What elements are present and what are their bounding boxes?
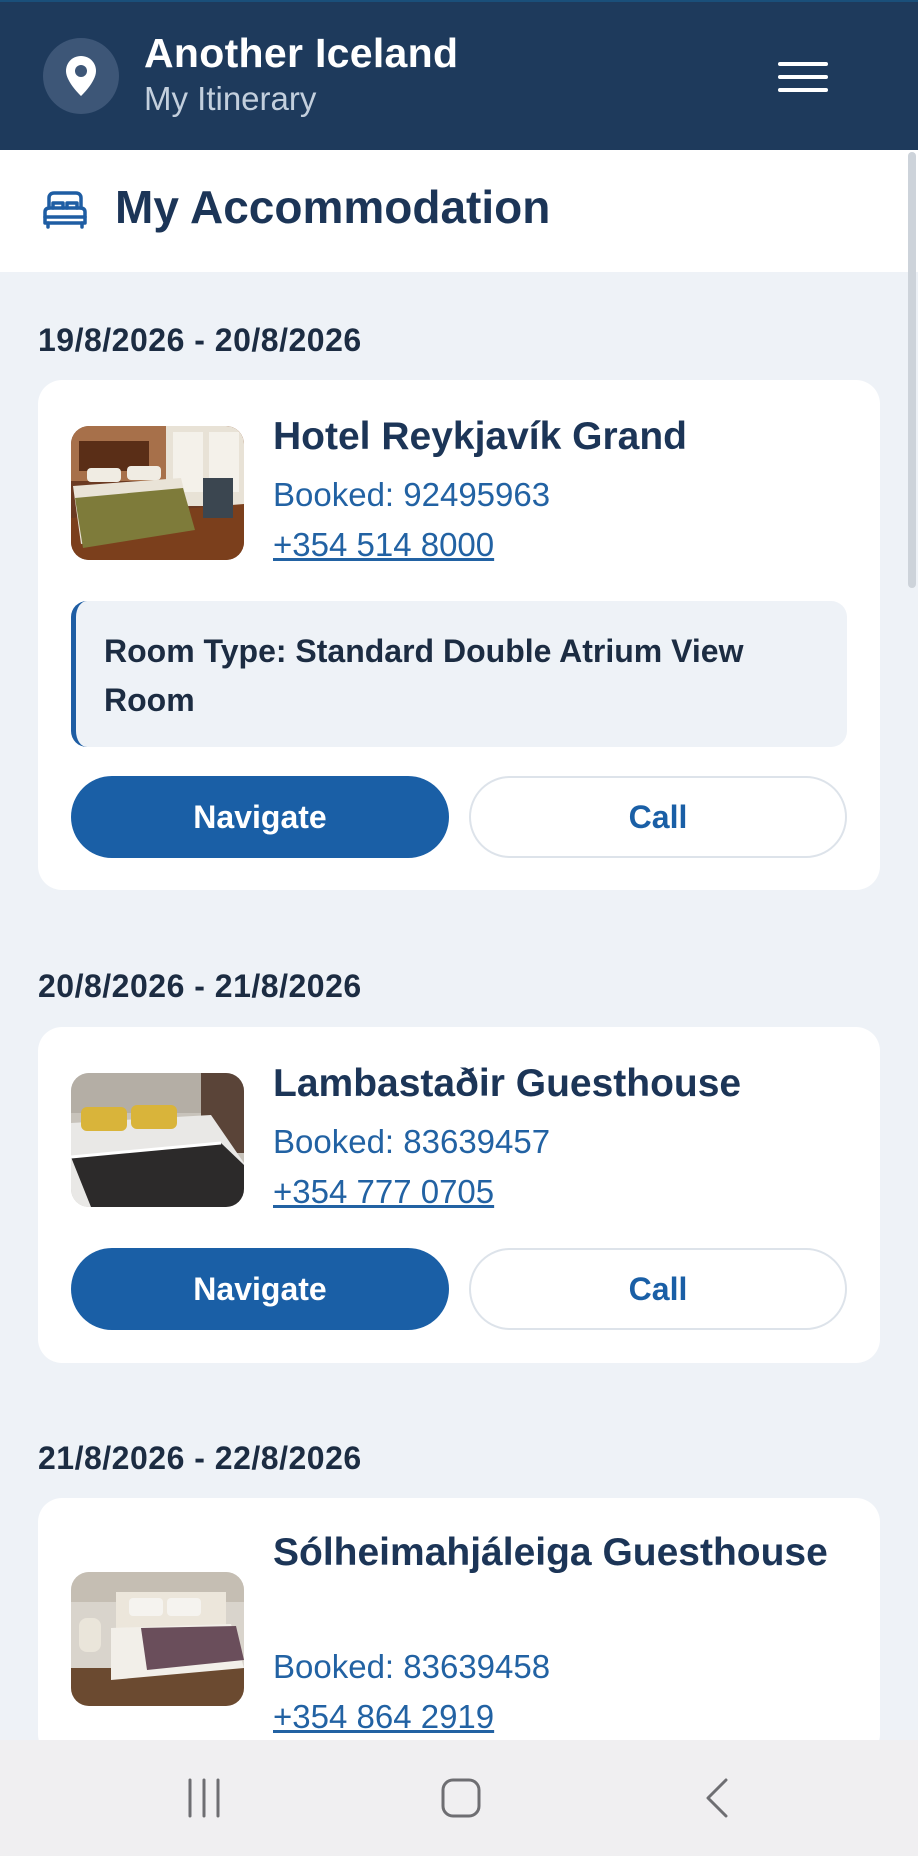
hotel-room-photo xyxy=(71,1073,244,1207)
booking-number: Booked: 92495963 xyxy=(273,476,551,513)
accommodation-card: Hotel Reykjavík Grand Booked: 92495963 +… xyxy=(38,380,880,890)
accommodation-card: Lambastaðir Guesthouse Booked: 83639457 … xyxy=(38,1027,880,1363)
hotel-name: Lambastaðir Guesthouse xyxy=(273,1062,742,1105)
section-header: My Accommodation xyxy=(0,150,918,272)
phone-link[interactable]: +354 864 2919 xyxy=(273,1698,494,1736)
hotel-name: Sólheimahjáleiga Guesthouse xyxy=(273,1531,828,1574)
hotel-room-photo xyxy=(71,1572,244,1706)
section-title: My Accommodation xyxy=(115,181,551,233)
room-type-note: Room Type: Standard Double Atrium View R… xyxy=(71,601,847,747)
phone-link[interactable]: +354 777 0705 xyxy=(273,1173,494,1211)
app-subtitle: My Itinerary xyxy=(144,80,317,117)
navigate-button[interactable]: Navigate xyxy=(71,1248,449,1330)
accommodation-card: Sólheimahjáleiga Guesthouse Booked: 8363… xyxy=(38,1498,880,1758)
hotel-name: Hotel Reykjavík Grand xyxy=(273,415,687,458)
call-button[interactable]: Call xyxy=(469,1248,847,1330)
booking-number: Booked: 83639458 xyxy=(273,1648,551,1685)
navigate-button[interactable]: Navigate xyxy=(71,776,449,858)
bed-icon xyxy=(42,190,88,235)
stay-date-range: 19/8/2026 - 20/8/2026 xyxy=(38,322,362,358)
phone-link[interactable]: +354 514 8000 xyxy=(273,526,494,564)
app-header: Another Iceland My Itinerary xyxy=(0,0,918,150)
back-icon[interactable] xyxy=(702,1776,732,1825)
app-title: Another Iceland xyxy=(144,30,459,76)
booking-number: Booked: 83639457 xyxy=(273,1123,551,1160)
system-navigation-bar xyxy=(0,1740,918,1856)
stay-date-range: 21/8/2026 - 22/8/2026 xyxy=(38,1440,362,1476)
location-pin-icon xyxy=(43,38,119,114)
recent-apps-icon[interactable] xyxy=(184,1776,224,1825)
call-button[interactable]: Call xyxy=(469,776,847,858)
stay-date-range: 20/8/2026 - 21/8/2026 xyxy=(38,968,362,1004)
home-icon[interactable] xyxy=(440,1776,482,1825)
hamburger-menu-icon[interactable] xyxy=(772,52,834,102)
scrollbar[interactable] xyxy=(908,152,916,588)
hotel-room-photo xyxy=(71,426,244,560)
